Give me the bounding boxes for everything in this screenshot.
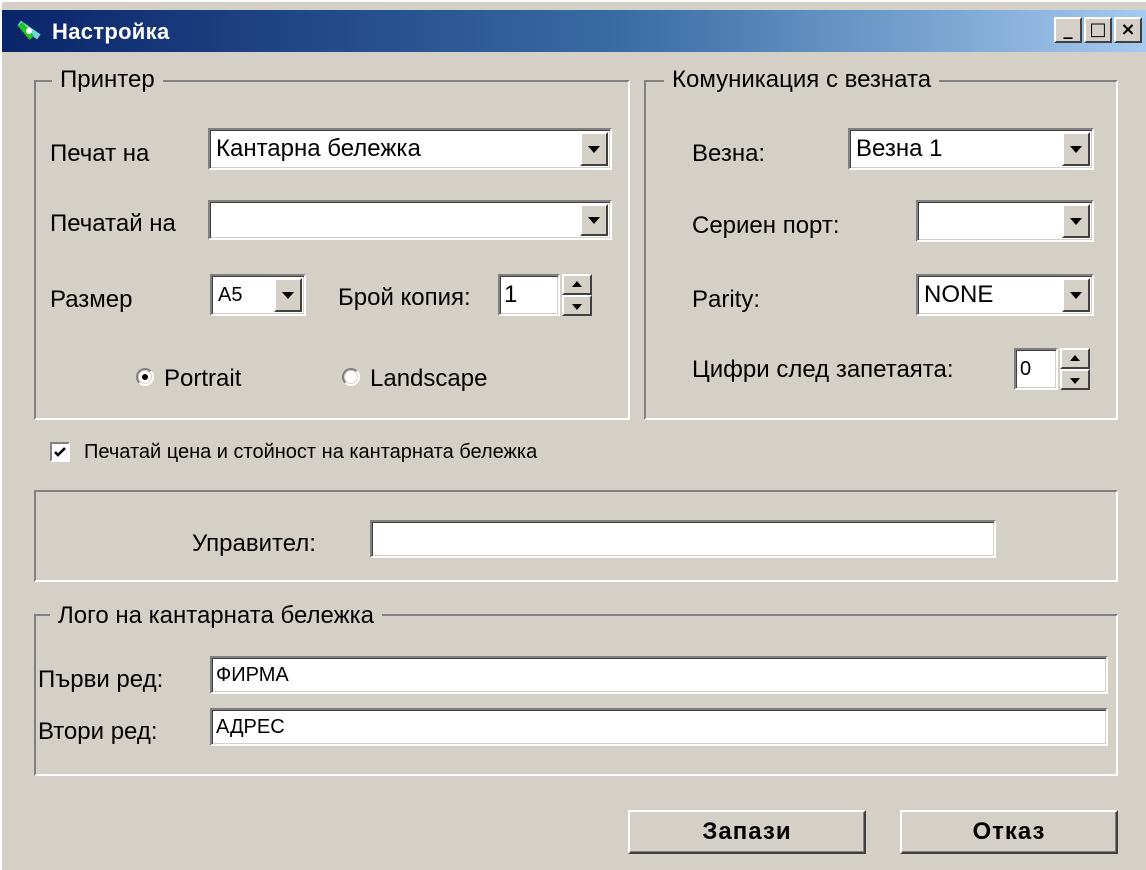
spin-down-icon[interactable] — [1060, 369, 1090, 390]
chevron-down-icon[interactable] — [580, 132, 608, 166]
copies-label: Брой копия: — [338, 284, 471, 311]
printer-legend: Принтер — [52, 66, 163, 94]
parity-value: NONE — [924, 281, 994, 308]
line2-value: АДРЕС — [216, 715, 285, 738]
copies-input[interactable]: 1 — [498, 274, 560, 316]
chevron-down-icon[interactable] — [580, 204, 608, 236]
port-label: Сериен порт: — [692, 212, 840, 239]
print-on-select[interactable]: Кантарна бележка — [208, 128, 612, 170]
print-on-label: Печат на — [50, 140, 150, 167]
manager-input[interactable] — [370, 520, 996, 558]
maximize-icon: □ — [1089, 19, 1107, 40]
print-price-label: Печатай цена и стойност на кантарната бе… — [84, 441, 538, 463]
window-title: Настройка — [52, 19, 170, 44]
line2-input[interactable]: АДРЕС — [210, 708, 1108, 746]
settings-dialog: Настройка _ □ × Принтер Печат на Кантарн… — [0, 0, 1146, 870]
title-bar[interactable]: Настройка _ □ × — [2, 10, 1146, 52]
logo-legend: Лого на кантарната бележка — [50, 602, 383, 630]
scale-label: Везна: — [692, 140, 766, 167]
satellite-icon — [14, 16, 44, 46]
decimals-spinner[interactable] — [1060, 348, 1090, 390]
parity-select[interactable]: NONE — [916, 274, 1094, 316]
chevron-down-icon[interactable] — [1062, 204, 1090, 238]
maximize-button[interactable]: □ — [1084, 17, 1112, 43]
portrait-label: Portrait — [164, 365, 242, 392]
size-value: A5 — [218, 283, 243, 306]
copies-spinner[interactable] — [562, 274, 592, 316]
spin-down-icon[interactable] — [562, 295, 592, 316]
close-icon: × — [1120, 19, 1136, 40]
copies-value: 1 — [504, 281, 518, 308]
minimize-button[interactable]: _ — [1054, 17, 1082, 43]
line1-input[interactable]: ФИРМА — [210, 656, 1108, 694]
close-button[interactable]: × — [1114, 17, 1142, 43]
cancel-button[interactable]: Отказ — [900, 810, 1118, 854]
spin-up-icon[interactable] — [1060, 348, 1090, 369]
size-select[interactable]: A5 — [210, 274, 306, 316]
print-price-checkbox[interactable] — [50, 442, 70, 462]
printer-label: Печатай на — [50, 210, 176, 237]
printer-select[interactable] — [208, 200, 612, 240]
landscape-label: Landscape — [370, 365, 488, 392]
chevron-down-icon[interactable] — [274, 278, 302, 312]
line2-label: Втори ред: — [38, 718, 158, 745]
scale-legend: Комуникация с везната — [664, 66, 940, 94]
checkmark-icon — [54, 447, 66, 457]
port-select[interactable] — [916, 200, 1094, 242]
portrait-radio[interactable] — [136, 368, 154, 386]
manager-label: Управител: — [192, 530, 316, 557]
scale-select[interactable]: Везна 1 — [848, 128, 1094, 170]
print-on-value: Кантарна бележка — [216, 135, 421, 162]
save-button[interactable]: Запази — [628, 810, 866, 854]
chevron-down-icon[interactable] — [1062, 278, 1090, 312]
decimals-label: Цифри след запетаята: — [692, 356, 954, 383]
size-label: Размер — [50, 286, 133, 313]
line1-value: ФИРМА — [216, 663, 289, 686]
parity-label: Parity: — [692, 286, 761, 313]
decimals-value: 0 — [1020, 357, 1032, 380]
logo-group — [34, 614, 1118, 776]
chevron-down-icon[interactable] — [1062, 132, 1090, 166]
decimals-input[interactable]: 0 — [1014, 348, 1058, 390]
landscape-radio[interactable] — [342, 368, 360, 386]
spin-up-icon[interactable] — [562, 274, 592, 295]
line1-label: Първи ред: — [38, 666, 164, 693]
minimize-icon: _ — [1063, 19, 1073, 40]
scale-value: Везна 1 — [856, 135, 943, 162]
